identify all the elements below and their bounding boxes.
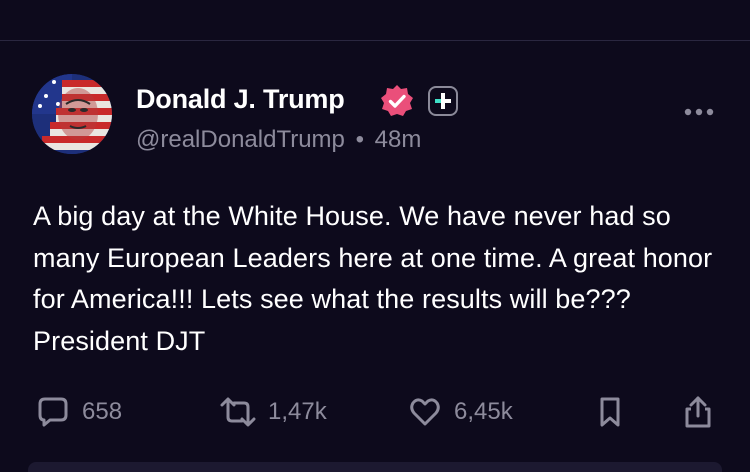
- top-divider: [0, 40, 750, 41]
- share-icon: [685, 396, 711, 428]
- plus-icon[interactable]: [428, 86, 458, 116]
- reply-count: 658: [82, 398, 123, 425]
- more-options-icon[interactable]: [683, 106, 715, 118]
- bookmark-icon: [600, 397, 620, 427]
- reply-button[interactable]: 658: [36, 392, 122, 432]
- share-button[interactable]: [682, 392, 714, 432]
- repost-button[interactable]: 1,47k: [218, 392, 327, 432]
- author-handle[interactable]: @realDonaldTrump: [136, 126, 345, 153]
- post-text: A big day at the White House. We have ne…: [33, 201, 713, 356]
- like-button[interactable]: 6,45k: [408, 392, 513, 432]
- bottom-bar: [28, 462, 722, 472]
- verified-badge-icon: [381, 85, 413, 116]
- repost-count: 1,47k: [268, 398, 327, 425]
- avatar[interactable]: [32, 74, 112, 154]
- display-name[interactable]: Donald J. Trump: [136, 84, 345, 115]
- meta-separator: •: [355, 126, 364, 153]
- comment-icon: [38, 397, 68, 427]
- avatar-image: [32, 74, 112, 154]
- author-meta: @realDonaldTrump • 48m: [136, 126, 421, 154]
- like-count: 6,45k: [454, 398, 513, 425]
- heart-icon: [410, 398, 440, 426]
- post-time[interactable]: 48m: [375, 126, 422, 153]
- bookmark-button[interactable]: [596, 392, 624, 432]
- repost-icon: [220, 397, 256, 427]
